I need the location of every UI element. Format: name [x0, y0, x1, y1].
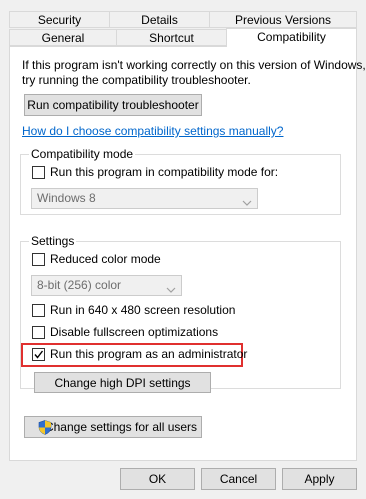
color-mode-select[interactable]: 8-bit (256) color — [31, 275, 182, 296]
apply-button[interactable]: Apply — [282, 468, 357, 490]
compatibility-mode-label: Run this program in compatibility mode f… — [50, 165, 279, 179]
tab-previous-versions[interactable]: Previous Versions — [209, 11, 357, 28]
os-version-value: Windows 8 — [37, 191, 96, 205]
tab-compatibility[interactable]: Compatibility — [226, 28, 357, 47]
run-as-admin-label: Run this program as an administrator — [50, 347, 248, 361]
fullscreen-optimizations-checkbox[interactable] — [32, 326, 45, 339]
reduced-color-checkbox[interactable] — [32, 253, 45, 266]
tab-shortcut[interactable]: Shortcut — [116, 29, 227, 46]
tab-security[interactable]: Security — [9, 11, 110, 28]
shield-icon — [38, 420, 52, 441]
cancel-button[interactable]: Cancel — [201, 468, 276, 490]
chevron-down-icon — [166, 281, 176, 300]
settings-legend: Settings — [29, 234, 77, 248]
compatibility-mode-checkbox[interactable] — [32, 166, 45, 179]
tab-general[interactable]: General — [9, 29, 117, 46]
resolution-640-checkbox[interactable] — [32, 304, 45, 317]
change-all-users-label: Change settings for all users — [44, 420, 198, 434]
change-dpi-button[interactable]: Change high DPI settings — [34, 372, 211, 393]
intro-text-line2: try running the compatibility troublesho… — [22, 73, 251, 87]
checkmark-icon — [34, 350, 44, 359]
fullscreen-optimizations-label: Disable fullscreen optimizations — [50, 325, 219, 339]
tab-details[interactable]: Details — [109, 11, 210, 28]
resolution-640-label: Run in 640 x 480 screen resolution — [50, 303, 236, 317]
change-all-users-button[interactable]: Change settings for all users — [24, 416, 202, 438]
chevron-down-icon — [242, 194, 252, 213]
manual-settings-link[interactable]: How do I choose compatibility settings m… — [22, 124, 283, 138]
intro-text-line1: If this program isn't working correctly … — [22, 58, 366, 72]
ok-button[interactable]: OK — [120, 468, 195, 490]
run-troubleshooter-button[interactable]: Run compatibility troubleshooter — [24, 94, 202, 116]
os-version-select[interactable]: Windows 8 — [31, 188, 258, 209]
compatibility-panel: If this program isn't working correctly … — [9, 46, 366, 461]
compatibility-mode-legend: Compatibility mode — [29, 147, 136, 161]
reduced-color-label: Reduced color mode — [50, 252, 161, 266]
run-as-admin-checkbox[interactable] — [32, 348, 45, 361]
color-mode-value: 8-bit (256) color — [37, 278, 122, 292]
